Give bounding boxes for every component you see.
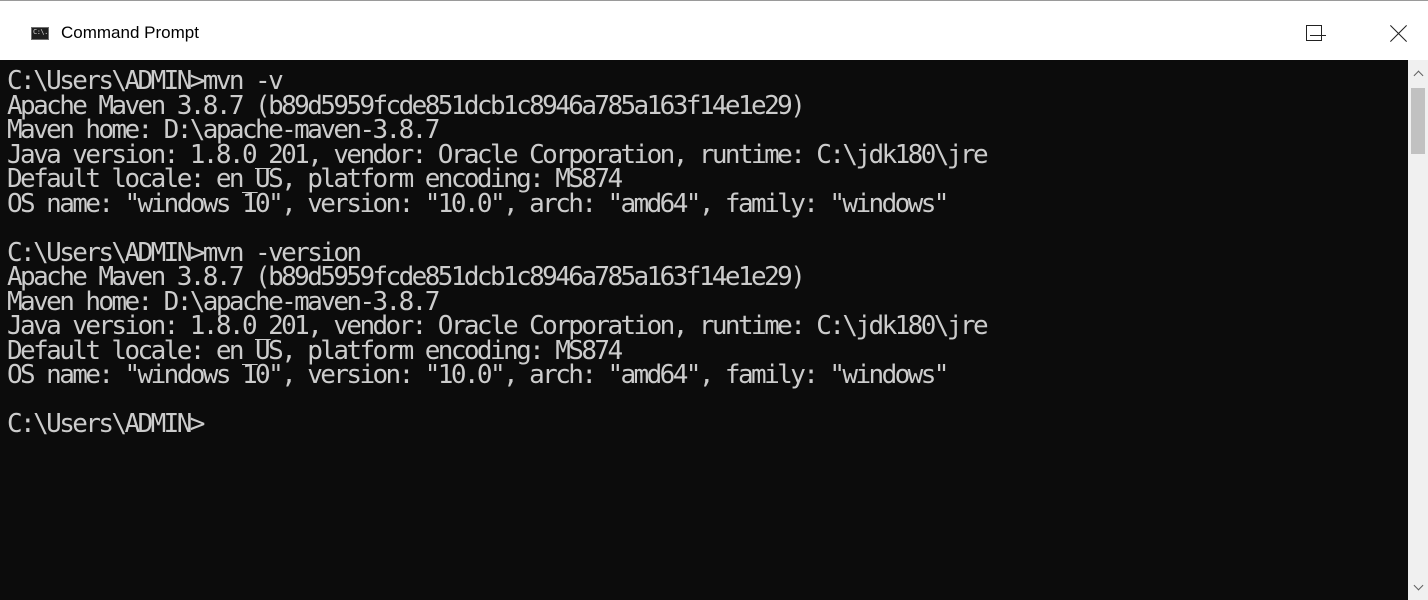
vertical-scrollbar[interactable]	[1408, 60, 1428, 600]
maximize-button[interactable]	[1287, 0, 1347, 59]
cmd-icon-label: C:\.	[33, 28, 48, 36]
title-bar[interactable]: C:\. Command Prompt	[0, 0, 1428, 60]
console-line: Apache Maven 3.8.7 (b89d5959fcde851dcb1c…	[7, 262, 806, 292]
cmd-icon[interactable]: C:\.	[31, 27, 49, 40]
window-title: Command Prompt	[61, 23, 199, 42]
console-line: Maven home: D:\apache-maven-3.8.7	[7, 115, 440, 145]
scroll-up-arrow-icon[interactable]	[1408, 60, 1428, 86]
console-line: C:\Users\ADMIN>mvn -v	[7, 66, 284, 96]
console-line: Default locale: en_US, platform encoding…	[7, 164, 623, 194]
console-output[interactable]: C:\Users\ADMIN>mvn -v Apache Maven 3.8.7 …	[0, 60, 1408, 600]
console-line: Java version: 1.8.0_201, vendor: Oracle …	[7, 311, 989, 341]
close-icon	[1390, 24, 1408, 42]
maximize-icon	[1306, 25, 1322, 41]
scroll-thumb[interactable]	[1411, 88, 1425, 154]
scroll-down-arrow-icon[interactable]	[1408, 580, 1428, 600]
close-button[interactable]	[1347, 0, 1428, 59]
console-line: C:\Users\ADMIN>	[7, 409, 205, 439]
console-line: OS name: "windows 10", version: "10.0", …	[7, 360, 949, 390]
command-prompt-window: C:\. Command Prompt C:\Users\ADMIN>mvn -…	[0, 0, 1428, 600]
console-line: OS name: "windows 10", version: "10.0", …	[7, 188, 949, 219]
